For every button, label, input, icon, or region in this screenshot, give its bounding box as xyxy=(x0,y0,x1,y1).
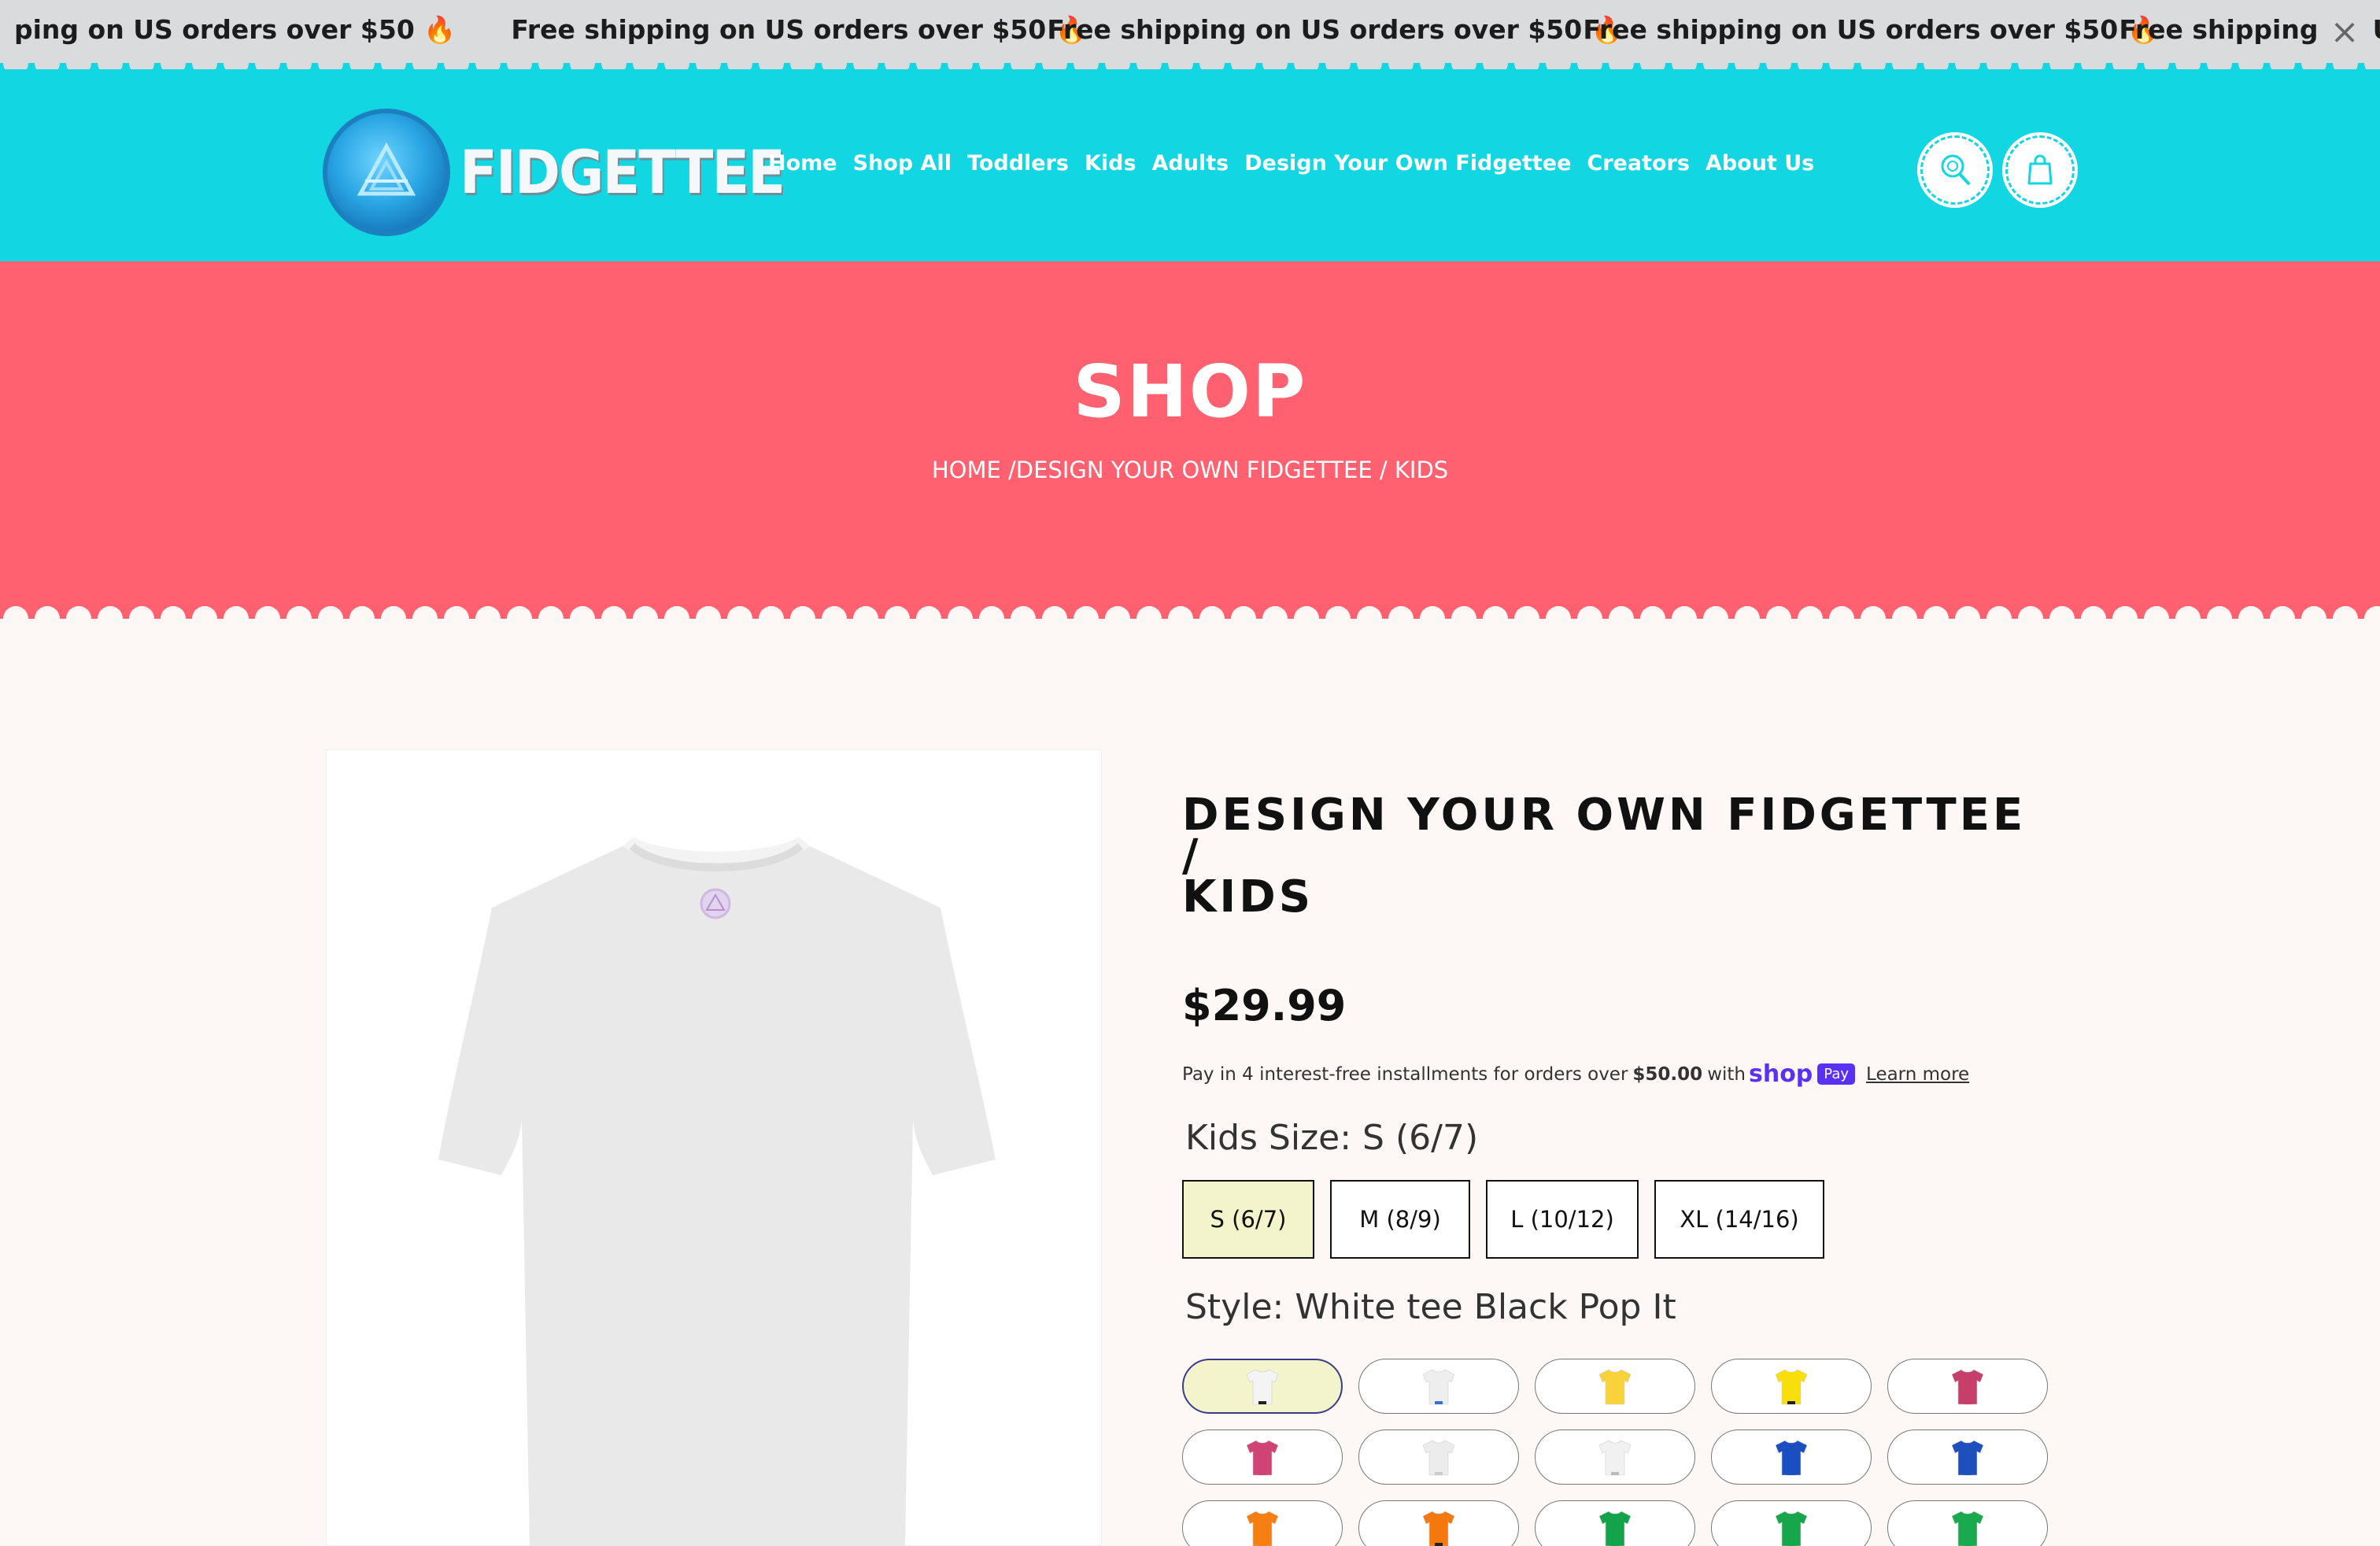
search-icon xyxy=(1941,154,1970,185)
tshirt-swatch-icon xyxy=(1246,1440,1279,1476)
tshirt-swatch-icon xyxy=(1951,1369,1984,1405)
tshirt-swatch-icon xyxy=(1775,1369,1808,1405)
breadcrumb[interactable]: HOME /DESIGN YOUR OWN FIDGETTEE / KIDS xyxy=(0,457,2380,483)
style-swatch[interactable] xyxy=(1711,1429,1872,1485)
tshirt-swatch-icon xyxy=(1598,1369,1632,1405)
hero-banner: SHOP HOME /DESIGN YOUR OWN FIDGETTEE / K… xyxy=(0,261,2380,608)
style-options xyxy=(1182,1359,2048,1546)
tshirt-swatch-icon xyxy=(1422,1511,1455,1546)
style-swatch[interactable] xyxy=(1711,1359,1872,1414)
product-info: DESIGN YOUR OWN FIDGETTEE / KIDS $29.99 … xyxy=(1182,790,2048,1546)
nav-shop-all[interactable]: Shop All xyxy=(853,151,952,176)
site-header: FIDGETTEE Home Shop All Toddlers Kids Ad… xyxy=(0,69,2380,261)
size-option-s[interactable]: S (6/7) xyxy=(1182,1180,1314,1259)
announcement-ticker: ping on US orders over $50 🔥 Free shippi… xyxy=(0,14,2380,46)
style-swatch[interactable] xyxy=(1182,1359,1343,1414)
tshirt-swatch-icon xyxy=(1598,1511,1632,1546)
scallop-divider xyxy=(0,598,2380,619)
style-swatch[interactable] xyxy=(1182,1500,1343,1546)
tshirt-swatch-icon xyxy=(1775,1511,1808,1546)
logo-text: FIDGETTEE xyxy=(460,137,785,208)
cart-button[interactable] xyxy=(2005,135,2075,205)
tshirt-swatch-icon xyxy=(1246,1369,1279,1405)
style-swatch[interactable] xyxy=(1358,1429,1519,1485)
shop-pay-logo: shop xyxy=(1748,1060,1813,1088)
tshirt-image xyxy=(438,837,996,1546)
style-swatch[interactable] xyxy=(1887,1500,2048,1546)
style-swatch[interactable] xyxy=(1182,1429,1343,1485)
product-image[interactable] xyxy=(326,749,1102,1546)
announcement-bar: ping on US orders over $50 🔥 Free shippi… xyxy=(0,0,2380,66)
size-label: Kids Size: S (6/7) xyxy=(1185,1118,1479,1158)
style-swatch[interactable] xyxy=(1535,1429,1695,1485)
announcement-message: Free shipping on US orders over $50 🔥 xyxy=(1583,14,2160,45)
nav-kids[interactable]: Kids xyxy=(1085,151,1136,176)
tshirt-swatch-icon xyxy=(1951,1440,1984,1476)
nav-design-your-own[interactable]: Design Your Own Fidgettee xyxy=(1244,151,1571,176)
tshirt-swatch-icon xyxy=(1775,1440,1808,1476)
product-title: DESIGN YOUR OWN FIDGETTEE / KIDS xyxy=(1182,790,2048,923)
shop-pay-badge: Pay xyxy=(1817,1063,1856,1085)
nav-toddlers[interactable]: Toddlers xyxy=(967,151,1069,176)
style-swatch[interactable] xyxy=(1358,1359,1519,1414)
page-title: SHOP xyxy=(1073,350,1307,434)
size-option-m[interactable]: M (8/9) xyxy=(1330,1180,1470,1259)
learn-more-link[interactable]: Learn more xyxy=(1866,1064,1969,1085)
tshirt-swatch-icon xyxy=(1422,1440,1455,1476)
tshirt-swatch-icon xyxy=(1951,1511,1984,1546)
search-button[interactable] xyxy=(1920,135,1990,205)
tshirt-swatch-icon xyxy=(1246,1511,1279,1546)
tshirt-swatch-icon xyxy=(1598,1440,1632,1476)
size-options: S (6/7) M (8/9) L (10/12) XL (14/16) xyxy=(1182,1180,2048,1259)
main-nav: Home Shop All Toddlers Kids Adults Desig… xyxy=(768,151,1830,176)
cart-icon xyxy=(2027,154,2053,185)
tshirt-swatch-icon xyxy=(1422,1369,1455,1405)
installments-amount: $50.00 xyxy=(1632,1063,1703,1085)
logo-emblem xyxy=(323,109,450,236)
product-price: $29.99 xyxy=(1182,981,1347,1030)
logo[interactable]: FIDGETTEE xyxy=(323,109,785,236)
nav-adults[interactable]: Adults xyxy=(1152,151,1229,176)
style-label: Style: White tee Black Pop It xyxy=(1185,1287,1676,1327)
size-option-xl[interactable]: XL (14/16) xyxy=(1654,1180,1824,1259)
style-swatch[interactable] xyxy=(1887,1429,2048,1485)
installments-with: with xyxy=(1707,1063,1746,1085)
nav-home[interactable]: Home xyxy=(768,151,837,176)
product-title-line: DESIGN YOUR OWN FIDGETTEE / xyxy=(1182,790,2027,882)
installments-text: Pay in 4 interest-free installments for … xyxy=(1182,1063,1628,1085)
size-option-l[interactable]: L (10/12) xyxy=(1486,1180,1639,1259)
announcement-message: ping on US orders over $50 🔥 xyxy=(14,14,456,45)
style-swatch[interactable] xyxy=(1887,1359,2048,1414)
style-swatch[interactable] xyxy=(1711,1500,1872,1546)
style-swatch[interactable] xyxy=(1535,1500,1695,1546)
announcement-message: Free shipping on US orders over $50 🔥 xyxy=(1047,14,1624,45)
close-icon[interactable]: × xyxy=(2325,13,2364,52)
style-swatch[interactable] xyxy=(1358,1500,1519,1546)
style-swatch[interactable] xyxy=(1535,1359,1695,1414)
nav-creators[interactable]: Creators xyxy=(1587,151,1690,176)
shop-pay-installments: Pay in 4 interest-free installments for … xyxy=(1182,1060,2048,1088)
nav-about-us[interactable]: About Us xyxy=(1706,151,1814,176)
product-title-line: KIDS xyxy=(1182,871,1314,923)
announcement-message: Free shipping on US orders over $50 🔥 xyxy=(511,14,1088,45)
